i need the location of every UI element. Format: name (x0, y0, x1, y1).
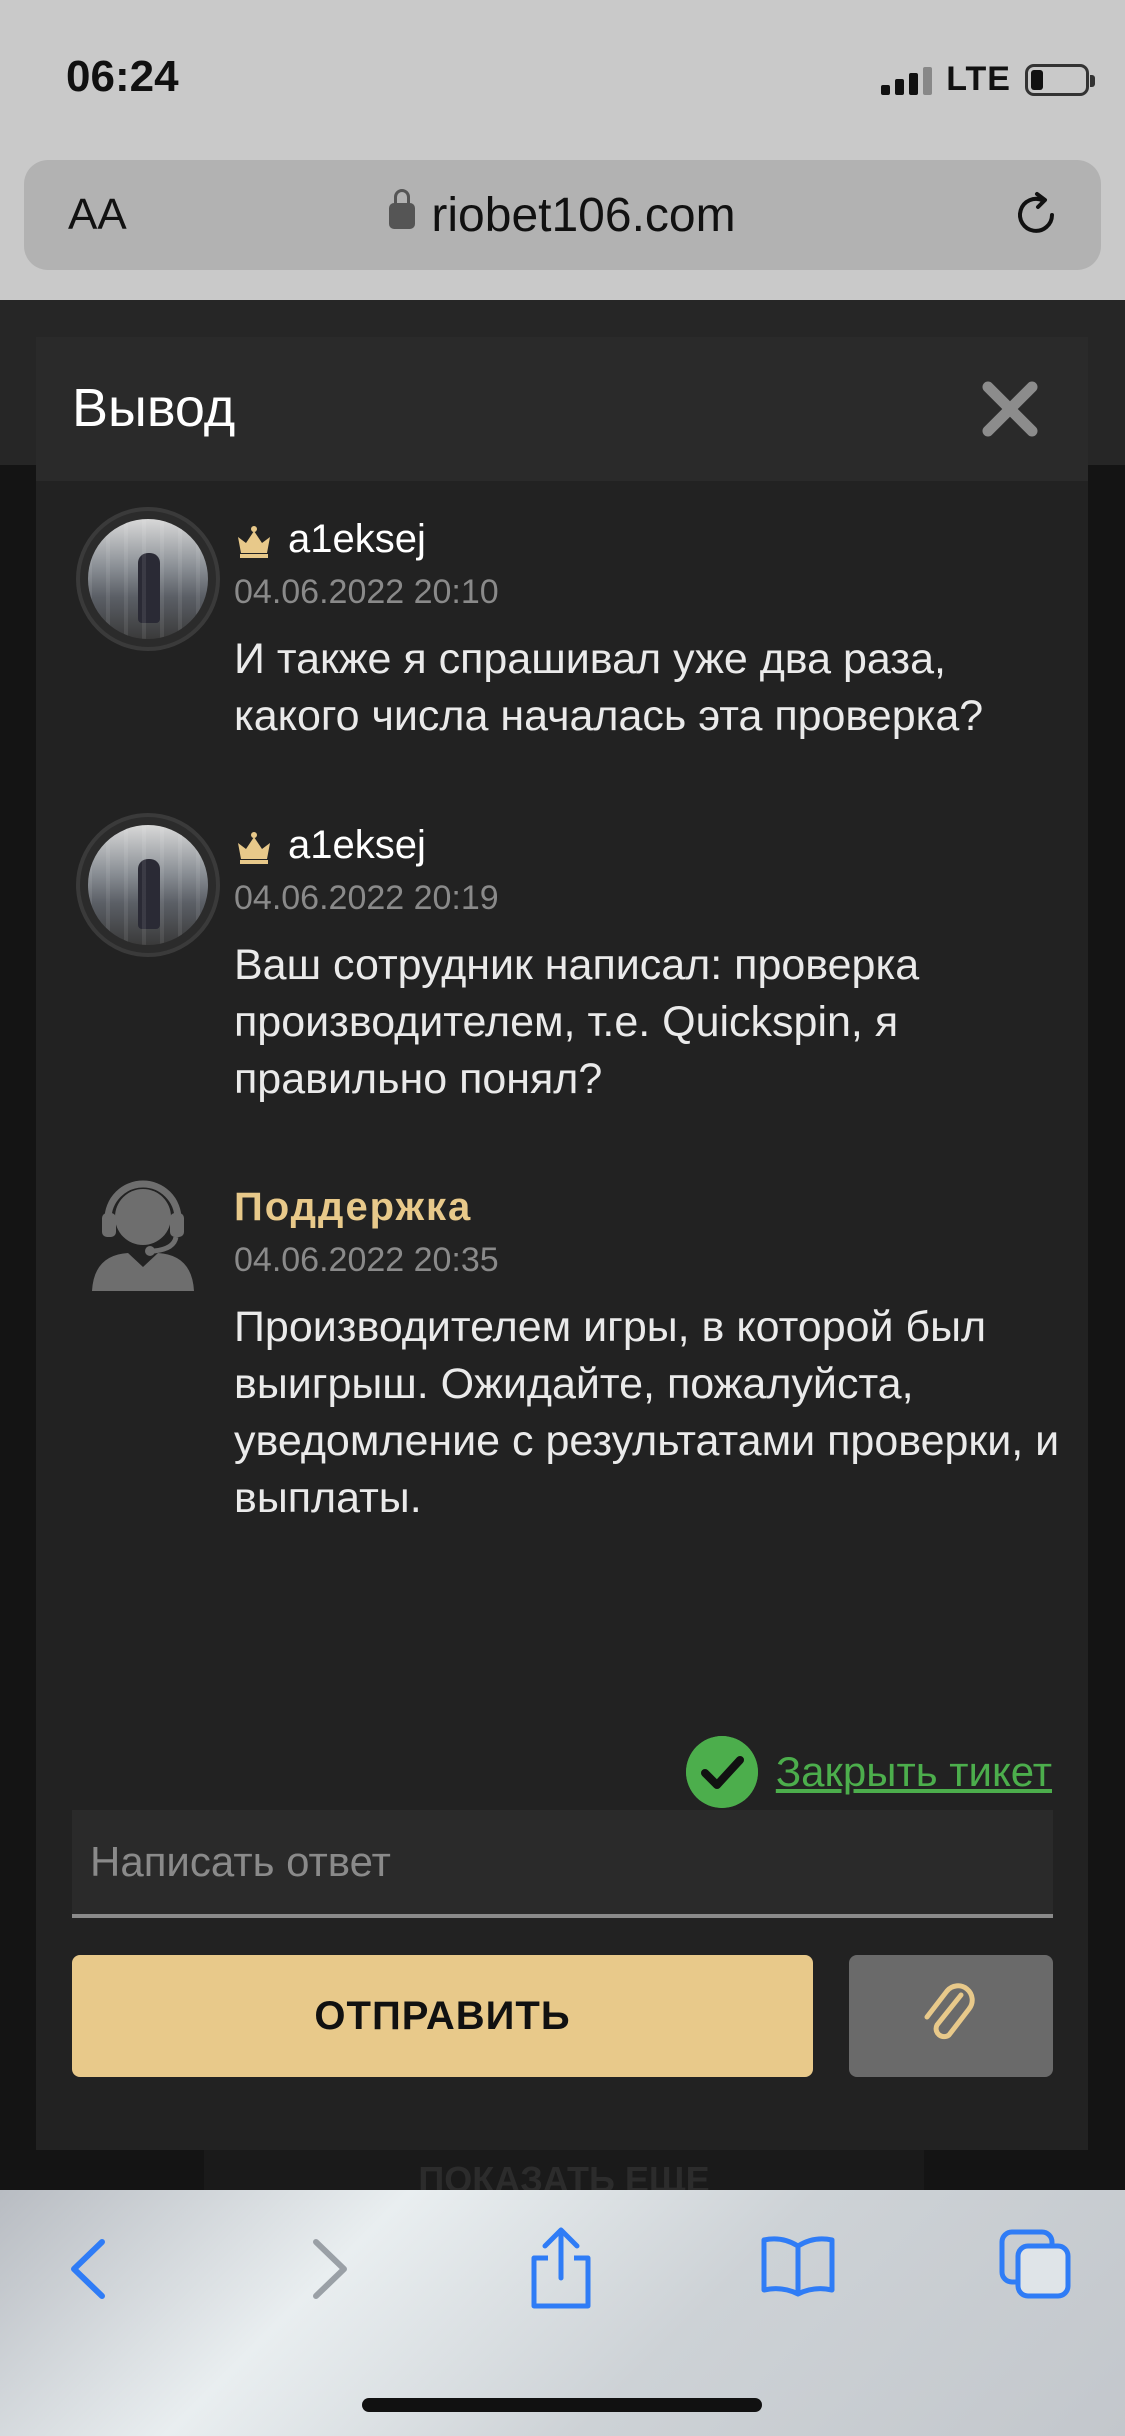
paperclip-icon (924, 1983, 975, 2040)
show-more-button: ПОКАЗАТЬ ЕЩЕ (204, 2150, 924, 2190)
crown-icon (238, 832, 270, 864)
bookmarks-icon[interactable] (760, 2234, 836, 2298)
modal-header: Вывод (36, 337, 1088, 481)
battery-icon (1025, 63, 1095, 96)
status-indicators: LTE (881, 60, 1095, 99)
signal-icon (881, 65, 933, 95)
reply-input[interactable] (72, 1810, 1053, 1918)
message-author: a1eksej (288, 823, 426, 867)
url-bar[interactable]: AA riobet106.com (24, 160, 1101, 270)
tabs-icon[interactable] (998, 2228, 1072, 2300)
message-author: Поддержка (234, 1185, 473, 1229)
close-icon[interactable] (978, 377, 1042, 441)
browser-top-chrome: 06:24 LTE AA riobet106.com (0, 0, 1125, 300)
message-time: 04.06.2022 20:10 (234, 573, 499, 611)
back-icon[interactable] (66, 2234, 110, 2304)
crown-icon (238, 526, 270, 558)
forward-icon[interactable] (308, 2234, 352, 2304)
checkmark-icon (685, 1736, 758, 1808)
avatar (76, 813, 220, 957)
message-text: И также я спрашивал уже два раза, какого… (234, 635, 984, 740)
avatar (76, 507, 220, 651)
lock-icon (389, 188, 416, 229)
home-indicator (362, 2398, 762, 2412)
send-button[interactable]: ОТПРАВИТЬ (72, 1955, 813, 2077)
modal-title: Вывод (72, 378, 236, 438)
status-time: 06:24 (66, 52, 179, 101)
message-text: Производителем игры, в которой был выигр… (234, 1303, 1060, 1522)
message-text: Ваш сотрудник написал: проверка производ… (234, 941, 920, 1103)
url-field[interactable]: riobet106.com (24, 188, 1101, 243)
support-agent-icon (92, 1180, 194, 1291)
message-time: 04.06.2022 20:19 (234, 879, 499, 917)
message-author: a1eksej (288, 517, 426, 561)
attach-button[interactable] (849, 1955, 1053, 2077)
network-label: LTE (946, 60, 1011, 98)
close-ticket-label[interactable]: Закрыть тикет (776, 1748, 1052, 1796)
close-ticket-link[interactable]: Закрыть тикет (685, 1736, 1052, 1808)
withdrawal-ticket-modal: Вывод a1eksej 04.06.2022 20:10 И также я… (36, 337, 1088, 2150)
reload-icon[interactable] (1009, 188, 1063, 242)
share-icon[interactable] (528, 2226, 594, 2310)
url-text: riobet106.com (431, 188, 736, 242)
message-time: 04.06.2022 20:35 (234, 1241, 499, 1279)
